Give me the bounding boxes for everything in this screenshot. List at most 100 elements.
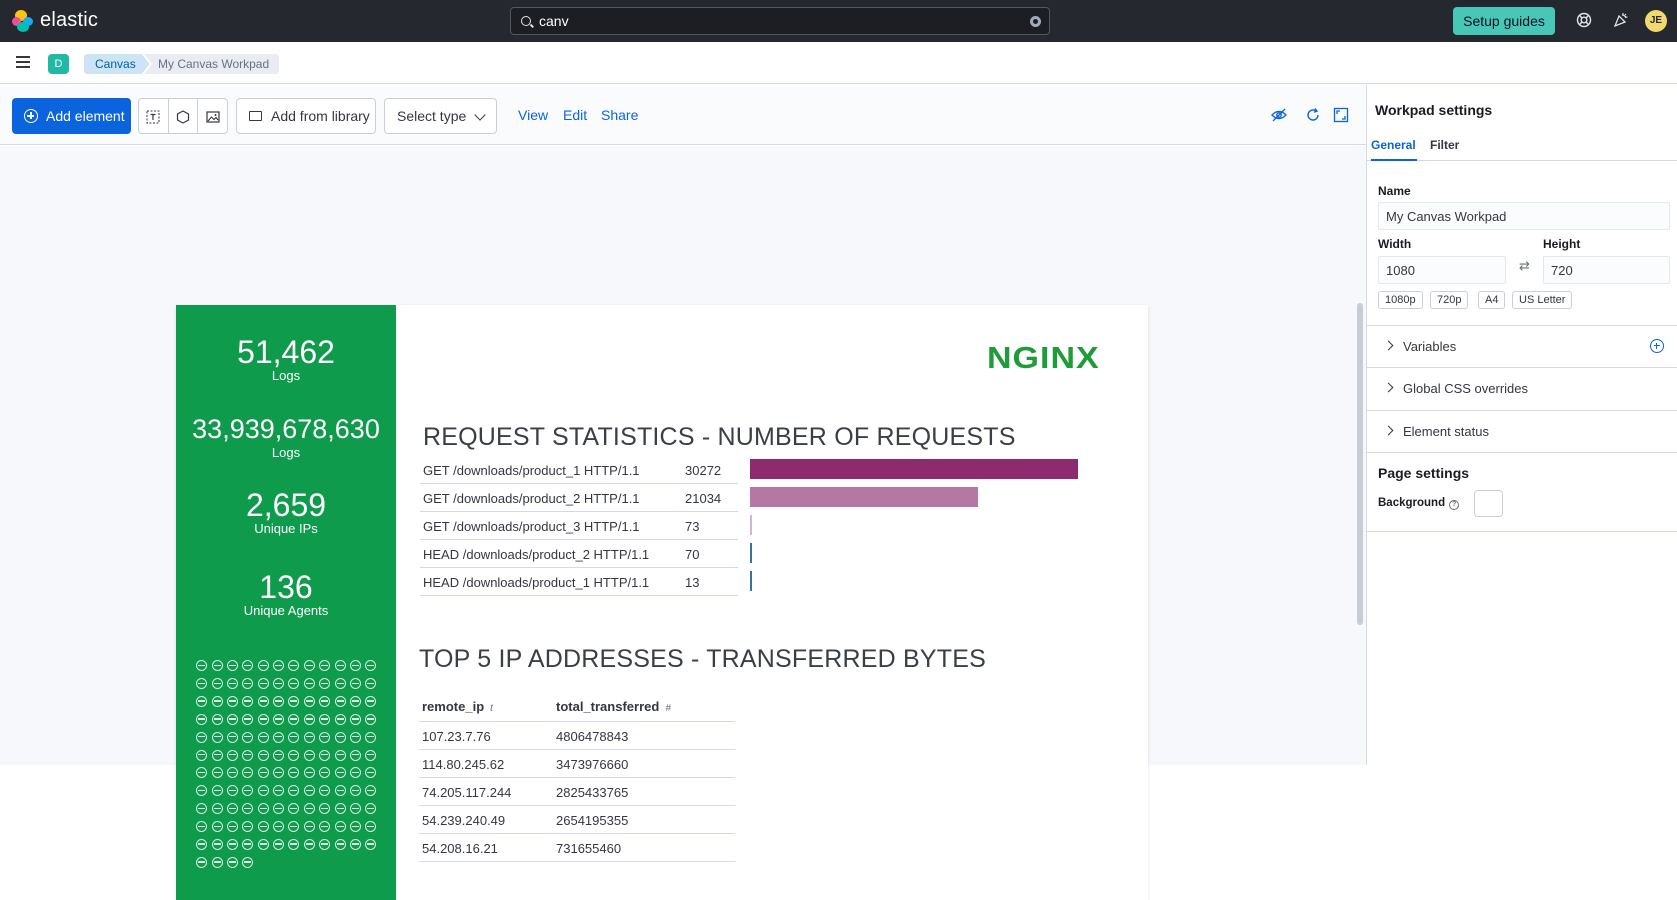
globe-icon [365, 838, 377, 850]
table-row: 74.205.117.244 2825433765 [419, 778, 735, 806]
globe-icon [349, 803, 361, 815]
width-input[interactable]: 1080 [1378, 256, 1506, 284]
metric-unique-ips[interactable]: 2,659 Unique IPs [176, 488, 396, 536]
number-type-icon: # [665, 703, 671, 714]
edit-menu-link[interactable]: Edit [563, 107, 587, 123]
preset-720p-button[interactable]: 720p [1430, 291, 1469, 309]
hide-editing-controls-icon[interactable] [1271, 107, 1287, 126]
table-row: GET /downloads/product_1 HTTP/1.1 30272 [420, 456, 738, 484]
user-avatar[interactable]: JE [1645, 10, 1667, 32]
tab-filter[interactable]: Filter [1430, 138, 1459, 152]
element-shortcuts [138, 98, 228, 134]
canvas-workspace[interactable]: 51,462 Logs 33,939,678,630 Logs 2,659 Un… [0, 146, 1366, 900]
globe-icon [273, 749, 285, 761]
globe-icon [273, 678, 285, 690]
preset-us-letter-button[interactable]: US Letter [1512, 291, 1573, 309]
refresh-icon[interactable] [1305, 107, 1321, 126]
metrics-panel[interactable]: 51,462 Logs 33,939,678,630 Logs 2,659 Un… [176, 305, 396, 900]
shape-element-icon[interactable] [169, 99, 199, 133]
variables-accordion[interactable]: Variables [1367, 325, 1677, 367]
table-row: HEAD /downloads/product_1 HTTP/1.1 13 [420, 568, 738, 596]
background-label: Background? [1378, 497, 1460, 510]
view-menu-link[interactable]: View [518, 107, 548, 123]
metric-unique-agents[interactable]: 136 Unique Agents [176, 570, 396, 618]
nginx-logo[interactable]: NGINX [987, 341, 1100, 376]
add-element-button[interactable]: Add element [12, 98, 131, 134]
globe-icon [196, 731, 208, 743]
globe-icon [211, 695, 223, 707]
accordion-label: Variables [1403, 339, 1457, 354]
top-ip-title[interactable]: TOP 5 IP ADDRESSES - TRANSFERRED BYTES [419, 645, 986, 674]
metric-logs[interactable]: 51,462 Logs [176, 335, 396, 383]
globe-icon [211, 803, 223, 815]
globe-icon [365, 803, 377, 815]
question-icon[interactable]: ? [1449, 500, 1460, 510]
element-status-accordion[interactable]: Element status [1367, 410, 1677, 452]
globe-icon [226, 678, 238, 690]
background-color-picker[interactable] [1474, 490, 1503, 517]
globe-icon [257, 838, 269, 850]
space-avatar[interactable]: D [48, 54, 69, 74]
globe-icon [226, 838, 238, 850]
globe-icon [334, 785, 346, 797]
metric-bytes[interactable]: 33,939,678,630 Logs [176, 412, 396, 460]
search-input[interactable] [539, 13, 1019, 29]
setup-guides-button[interactable]: Setup guides [1453, 7, 1555, 35]
globe-icon [242, 838, 254, 850]
workpad-name-input[interactable]: My Canvas Workpad [1378, 202, 1670, 230]
help-icon[interactable] [1575, 12, 1593, 30]
globe-icon [211, 767, 223, 779]
top-ip-table[interactable]: remote_ip t total_transferred # 107.23.7.7… [419, 691, 735, 862]
image-element-icon[interactable] [198, 99, 227, 133]
preset-1080p-button[interactable]: 1080p [1378, 291, 1423, 309]
menu-icon[interactable] [16, 56, 30, 68]
swap-dimensions-icon[interactable]: ⇄ [1519, 258, 1530, 274]
table-row: 107.23.7.76 4806478843 [419, 722, 735, 750]
select-type-label: Select type [397, 108, 467, 124]
vertical-scrollbar[interactable] [1357, 303, 1363, 625]
agents-repeat-grid[interactable] [194, 658, 384, 873]
metric-label: Logs [271, 445, 301, 460]
metric-value: 2,659 [245, 487, 327, 523]
preset-a4-button[interactable]: A4 [1478, 291, 1506, 309]
height-input[interactable]: 720 [1543, 256, 1670, 284]
remote-ip-cell: 54.239.240.49 [422, 813, 506, 828]
globe-icon [257, 731, 269, 743]
select-type-dropdown[interactable]: Select type [384, 98, 497, 134]
globe-icon [257, 767, 269, 779]
news-feed-icon[interactable] [1612, 12, 1630, 30]
accordion-label: Global CSS overrides [1403, 381, 1528, 396]
share-menu-link[interactable]: Share [601, 107, 638, 123]
name-label: Name [1378, 184, 1411, 198]
globe-icon [334, 838, 346, 850]
globe-icon [365, 731, 377, 743]
globe-icon [242, 749, 254, 761]
globe-icon [349, 838, 361, 850]
globe-icon [257, 660, 269, 672]
width-label: Width [1378, 237, 1412, 251]
globe-icon [349, 785, 361, 797]
elastic-logo[interactable]: elastic [12, 9, 98, 32]
text-element-icon[interactable] [139, 99, 169, 133]
globe-icon [334, 767, 346, 779]
request-count: 30272 [685, 463, 722, 478]
globe-icon [242, 731, 254, 743]
total-transferred-cell: 731655460 [556, 841, 622, 856]
request-bar [750, 459, 1078, 479]
breadcrumb-canvas[interactable]: Canvas [84, 54, 150, 74]
workpad-page[interactable]: 51,462 Logs 33,939,678,630 Logs 2,659 Un… [176, 305, 1148, 900]
global-css-accordion[interactable]: Global CSS overrides [1367, 367, 1677, 409]
add-variable-icon[interactable] [1650, 339, 1664, 353]
add-from-library-button[interactable]: Add from library [236, 98, 376, 134]
globe-icon [349, 749, 361, 761]
global-search[interactable] [510, 7, 1050, 35]
globe-icon [303, 785, 315, 797]
request-statistics-title[interactable]: REQUEST STATISTICS - NUMBER OF REQUESTS [423, 423, 1016, 452]
tab-general[interactable]: General [1371, 138, 1416, 152]
request-path: GET /downloads/product_1 HTTP/1.1 [423, 463, 640, 478]
fullscreen-icon[interactable] [1333, 107, 1349, 126]
clear-search-icon[interactable] [1030, 16, 1041, 27]
chevron-down-icon [474, 109, 486, 121]
globe-icon [226, 713, 238, 725]
height-label: Height [1543, 237, 1581, 251]
